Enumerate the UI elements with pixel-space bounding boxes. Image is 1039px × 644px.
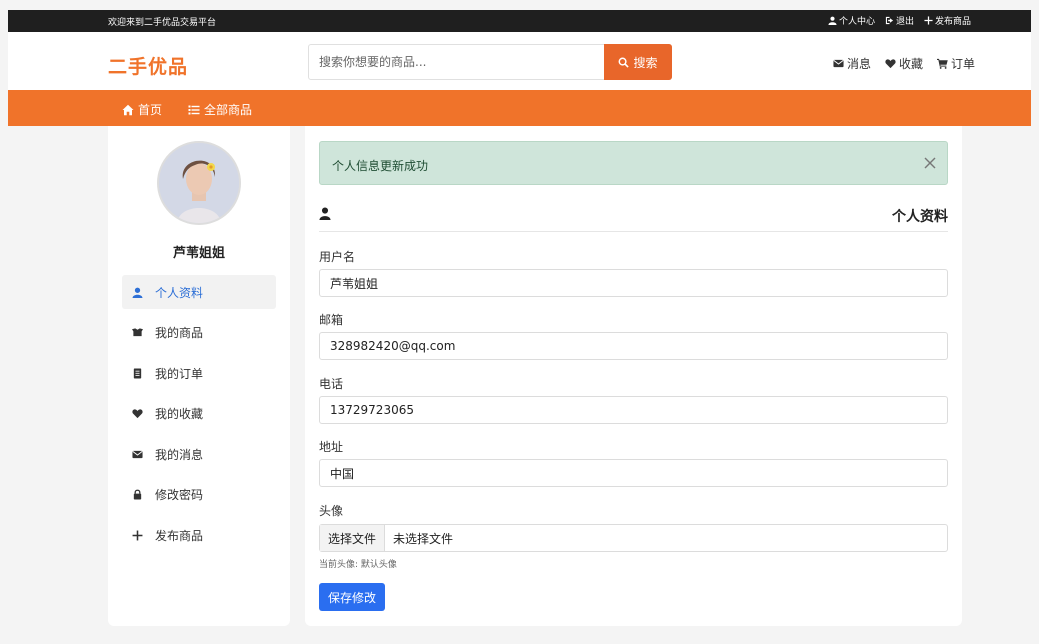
top-bar: 欢迎来到二手优品交易平台 个人中心 退出 发布商品 — [8, 10, 1031, 32]
cart-icon — [936, 58, 948, 69]
sidebar-item-my-products[interactable]: 我的商品 — [122, 316, 276, 350]
address-label: 地址 — [319, 440, 344, 454]
email-label: 邮箱 — [319, 313, 344, 327]
profile-username: 芦苇姐姐 — [172, 246, 225, 261]
logout-label: 退出 — [895, 17, 914, 27]
favorites-label: 收藏 — [898, 57, 923, 71]
sidebar-item-label: 我的订单 — [155, 366, 204, 381]
success-alert: 个人信息更新成功 — [319, 141, 948, 185]
messages-label: 消息 — [846, 57, 871, 71]
phone-field[interactable] — [319, 396, 948, 424]
nav-home-label: 首页 — [138, 103, 163, 117]
user-icon — [132, 287, 143, 298]
file-status: 未选择文件 — [393, 531, 454, 546]
sidebar-item-my-messages[interactable]: 我的消息 — [122, 437, 276, 471]
sidebar-item-label: 个人资料 — [155, 285, 204, 300]
header: 二手优品 搜索 消息 收藏 订单 — [8, 32, 1031, 90]
sidebar-item-publish[interactable]: 发布商品 — [122, 518, 276, 552]
receipt-icon — [133, 367, 142, 379]
search-bar: 搜索 — [308, 44, 672, 80]
nav-home[interactable]: 首页 — [122, 101, 162, 118]
choose-file-button[interactable]: 选择文件 — [320, 525, 386, 551]
sign-out-icon — [885, 16, 894, 25]
sidebar-item-change-password[interactable]: 修改密码 — [122, 478, 276, 512]
avatar — [157, 141, 241, 225]
avatar-file-input: 选择文件 未选择文件 — [319, 524, 948, 552]
sidebar-item-profile[interactable]: 个人资料 — [122, 275, 276, 309]
email-field[interactable] — [319, 332, 948, 360]
personal-center-link[interactable]: 个人中心 — [828, 14, 875, 27]
sidebar-item-my-favorites[interactable]: 我的收藏 — [122, 397, 276, 431]
home-icon — [122, 104, 134, 115]
lock-icon — [133, 489, 142, 500]
search-button-label: 搜索 — [633, 55, 658, 70]
profile-sidebar: 芦苇姐姐 个人资料 我的商品 我的订单 我的收藏 我的消息 修改密码 发布商品 — [108, 126, 290, 626]
list-icon — [188, 105, 200, 114]
favorites-link[interactable]: 收藏 — [885, 55, 923, 72]
top-bar-links: 个人中心 退出 发布商品 — [828, 14, 971, 27]
heart-icon — [885, 59, 896, 69]
sidebar-item-label: 我的商品 — [155, 326, 204, 340]
welcome-text: 欢迎来到二手优品交易平台 — [108, 18, 217, 28]
sidebar-item-label: 发布商品 — [155, 528, 204, 543]
avatar-label: 头像 — [319, 504, 344, 518]
header-links: 消息 收藏 订单 — [833, 55, 975, 72]
save-button[interactable]: 保存修改 — [319, 583, 385, 611]
search-icon — [619, 57, 630, 68]
sidebar-menu: 个人资料 我的商品 我的订单 我的收藏 我的消息 修改密码 发布商品 — [122, 275, 276, 559]
plus-icon — [924, 16, 933, 25]
envelope-icon — [132, 450, 143, 458]
plus-icon — [132, 530, 143, 540]
box-icon — [132, 328, 143, 337]
orders-label: 订单 — [950, 57, 975, 71]
publish-link[interactable]: 发布商品 — [924, 14, 971, 27]
search-button[interactable]: 搜索 — [604, 44, 672, 80]
username-field[interactable] — [319, 269, 948, 297]
profile-panel: 个人信息更新成功 个人资料 用户名 邮箱 电话 地址 头像 选择文件 未选择文件… — [305, 126, 962, 626]
publish-label: 发布商品 — [934, 17, 971, 27]
page-title: 个人资料 — [892, 209, 948, 225]
user-icon — [319, 207, 331, 220]
panel-header: 个人资料 — [319, 206, 948, 232]
alert-message: 个人信息更新成功 — [332, 159, 429, 173]
sidebar-item-label: 我的收藏 — [155, 407, 204, 421]
logout-link[interactable]: 退出 — [885, 14, 914, 27]
username-label: 用户名 — [319, 250, 356, 264]
search-input[interactable] — [309, 45, 605, 79]
sidebar-item-my-orders[interactable]: 我的订单 — [122, 356, 276, 390]
nav-all-products-label: 全部商品 — [204, 103, 253, 117]
close-icon[interactable] — [923, 156, 937, 170]
envelope-icon — [833, 59, 844, 68]
personal-center-label: 个人中心 — [838, 17, 875, 27]
address-field[interactable] — [319, 459, 948, 487]
sidebar-item-label: 修改密码 — [155, 488, 204, 502]
orders-link[interactable]: 订单 — [936, 55, 975, 72]
site-logo[interactable]: 二手优品 — [108, 52, 188, 79]
sidebar-item-label: 我的消息 — [155, 447, 204, 462]
heart-icon — [132, 409, 143, 419]
user-icon — [828, 16, 837, 25]
avatar-hint: 当前头像: 默认头像 — [319, 560, 397, 570]
main-nav: 首页 全部商品 — [8, 90, 1031, 126]
phone-label: 电话 — [319, 377, 344, 391]
nav-all-products[interactable]: 全部商品 — [188, 101, 252, 118]
messages-link[interactable]: 消息 — [833, 55, 871, 72]
